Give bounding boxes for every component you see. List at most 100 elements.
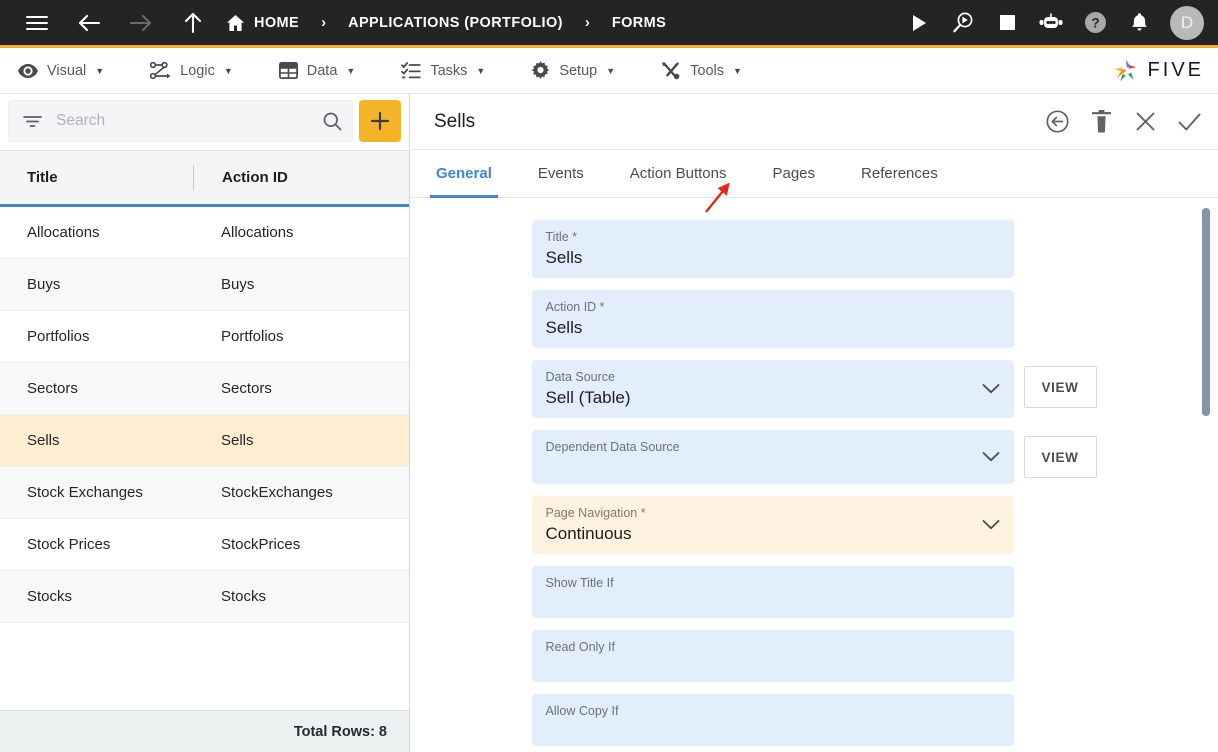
- filter-icon[interactable]: [23, 115, 42, 128]
- chevron-down-icon: ▼: [733, 65, 742, 76]
- cell-title: Allocations: [27, 224, 100, 241]
- save-icon[interactable]: [1174, 107, 1204, 137]
- stop-icon[interactable]: [988, 4, 1026, 42]
- table-row[interactable]: Stocks Stocks: [0, 571, 409, 623]
- table-body: Allocations Allocations Buys Buys Portfo…: [0, 207, 409, 710]
- arrow-left-icon[interactable]: [70, 4, 108, 42]
- arrow-right-icon[interactable]: [122, 4, 160, 42]
- column-header-action-id[interactable]: Action ID: [194, 169, 409, 186]
- field-row-read-only-if: Read Only If: [410, 630, 1218, 682]
- five-pinwheel-icon: [1111, 56, 1141, 86]
- cell-action-id: Sectors: [221, 380, 272, 397]
- table-row[interactable]: Stock Exchanges StockExchanges: [0, 467, 409, 519]
- field-show-title-if[interactable]: Show Title If: [531, 566, 1014, 618]
- table-grid-icon: [278, 62, 298, 79]
- field-label: Allow Copy If: [545, 704, 619, 718]
- run-icon[interactable]: [900, 4, 938, 42]
- table-row[interactable]: Sectors Sectors: [0, 363, 409, 415]
- menu-item-tools[interactable]: Tools ▼: [661, 61, 742, 80]
- table-empty-space: [0, 623, 409, 687]
- chevron-down-icon[interactable]: [982, 384, 1000, 395]
- breadcrumb-separator-2: ›: [584, 14, 590, 31]
- search-icon[interactable]: [323, 112, 342, 131]
- field-row-title: Title * Sells: [410, 220, 1218, 278]
- menu-item-logic[interactable]: Logic ▼: [150, 62, 233, 79]
- gear-icon: [531, 61, 550, 80]
- tab-label-pages: Pages: [772, 165, 816, 182]
- menu-item-data[interactable]: Data ▼: [278, 62, 355, 79]
- menu-item-visual[interactable]: Visual ▼: [18, 63, 104, 79]
- undo-icon[interactable]: [1042, 107, 1072, 137]
- breadcrumb-item-applications[interactable]: APPLICATIONS (PORTFOLIO): [348, 15, 563, 31]
- main-body: Title Action ID Allocations Allocations …: [0, 94, 1218, 752]
- field-allow-copy-if[interactable]: Allow Copy If: [531, 694, 1014, 746]
- logic-nodes-icon: [150, 62, 171, 79]
- cell-title: Stocks: [27, 588, 73, 605]
- table-row[interactable]: Stock Prices StockPrices: [0, 519, 409, 571]
- field-title[interactable]: Title * Sells: [531, 220, 1014, 278]
- menu-item-label-setup: Setup: [559, 62, 598, 79]
- field-label: Show Title If: [545, 576, 614, 590]
- forms-table: Title Action ID Allocations Allocations …: [0, 150, 409, 752]
- tab-label-general: General: [436, 165, 492, 182]
- menu-item-tasks[interactable]: Tasks ▼: [401, 62, 485, 79]
- tab-events[interactable]: Events: [536, 150, 586, 197]
- top-bar-action-group: ? D: [900, 4, 1204, 42]
- field-label: Title *: [545, 230, 578, 244]
- field-row-data-source: Data Source Sell (Table) VIEW: [410, 360, 1218, 418]
- tab-references[interactable]: References: [859, 150, 940, 197]
- chevron-down-icon[interactable]: [982, 520, 1000, 531]
- cell-action-id: Portfolios: [221, 328, 284, 345]
- table-row[interactable]: Allocations Allocations: [0, 207, 409, 259]
- menu-item-label-visual: Visual: [47, 62, 87, 79]
- add-form-button[interactable]: [359, 100, 401, 142]
- eye-icon: [18, 63, 38, 78]
- field-dependent-data-source[interactable]: Dependent Data Source: [531, 430, 1014, 484]
- delete-icon[interactable]: [1086, 107, 1116, 137]
- field-row-dependent-data-source: Dependent Data Source VIEW: [410, 430, 1218, 484]
- tab-pages[interactable]: Pages: [770, 150, 817, 197]
- column-header-title[interactable]: Title: [0, 169, 193, 186]
- cell-title: Stock Prices: [27, 536, 111, 553]
- chevron-down-icon[interactable]: [982, 452, 1000, 463]
- field-label: Data Source: [545, 370, 615, 384]
- view-data-source-button[interactable]: VIEW: [1023, 366, 1097, 408]
- form-fields: Title * Sells Action ID * Sells Data Sou…: [410, 198, 1218, 746]
- table-row[interactable]: Buys Buys: [0, 259, 409, 311]
- menu-item-setup[interactable]: Setup ▼: [531, 61, 615, 80]
- top-bar-nav-group: [18, 4, 212, 42]
- cell-title: Sells: [27, 432, 60, 449]
- cell-action-id: Sells: [221, 432, 254, 449]
- avatar[interactable]: D: [1170, 5, 1204, 40]
- table-footer: Total Rows: 8: [0, 710, 409, 752]
- menu-item-label-tools: Tools: [690, 62, 724, 79]
- arrow-up-icon[interactable]: [174, 4, 212, 42]
- breadcrumb-item-home[interactable]: HOME: [226, 14, 299, 32]
- field-action-id[interactable]: Action ID * Sells: [531, 290, 1014, 348]
- search-input[interactable]: [42, 112, 323, 130]
- breadcrumb-item-forms[interactable]: FORMS: [612, 15, 666, 31]
- field-data-source[interactable]: Data Source Sell (Table): [531, 360, 1014, 418]
- home-icon: [226, 14, 245, 32]
- scrollbar-thumb[interactable]: [1202, 208, 1210, 416]
- cell-title: Sectors: [27, 380, 78, 397]
- view-dependent-data-source-button[interactable]: VIEW: [1023, 436, 1097, 478]
- debug-icon[interactable]: [944, 4, 982, 42]
- close-icon[interactable]: [1130, 107, 1160, 137]
- notifications-icon[interactable]: [1120, 4, 1158, 42]
- chevron-down-icon: ▼: [476, 65, 486, 76]
- field-page-navigation[interactable]: Page Navigation * Continuous: [531, 496, 1014, 554]
- cell-title: Portfolios: [27, 328, 90, 345]
- chevron-down-icon: ▼: [95, 65, 105, 76]
- menu-item-label-logic: Logic: [180, 62, 215, 79]
- chatbot-icon[interactable]: [1032, 4, 1070, 42]
- hamburger-icon[interactable]: [18, 4, 56, 42]
- help-icon[interactable]: ?: [1076, 4, 1114, 42]
- field-read-only-if[interactable]: Read Only If: [531, 630, 1014, 682]
- tab-general[interactable]: General: [430, 150, 498, 198]
- table-row[interactable]: Portfolios Portfolios: [0, 311, 409, 363]
- search-box[interactable]: [8, 100, 353, 142]
- detail-tabs: General Events Action Buttons Pages Refe…: [410, 150, 1218, 198]
- table-row-selected[interactable]: Sells Sells: [0, 415, 409, 467]
- tab-action-buttons[interactable]: Action Buttons: [628, 150, 729, 197]
